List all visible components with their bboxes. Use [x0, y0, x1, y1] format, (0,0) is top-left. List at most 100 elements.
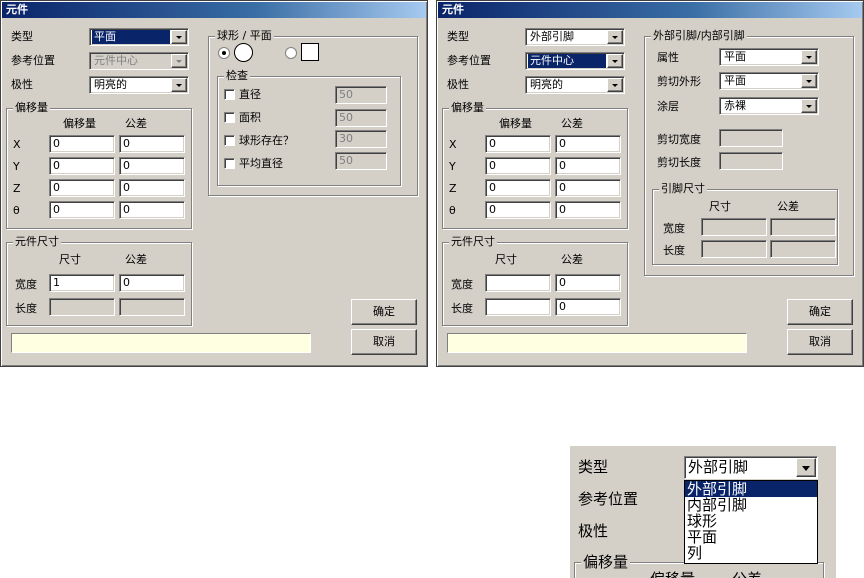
offset-legend: 偏移量: [13, 101, 50, 115]
cut-shape-select-value: 平面: [724, 74, 746, 87]
tolerance-y-input[interactable]: 0: [555, 157, 621, 175]
type-option[interactable]: 内部引脚: [685, 497, 817, 513]
ref-position-label: 参考位置: [578, 490, 639, 508]
cut-width-input: [719, 129, 783, 147]
polarity-select-value: 明亮的: [94, 78, 127, 91]
chevron-down-icon[interactable]: [171, 78, 187, 92]
type-dropdown-list[interactable]: 外部引脚 内部引脚 球形 平面 列: [684, 480, 818, 564]
lead-tolerance-col-header: 公差: [777, 200, 799, 213]
polarity-select-value: 明亮的: [530, 78, 563, 91]
cut-width-label: 剪切宽度: [657, 133, 701, 146]
length-label: 长度: [15, 302, 37, 315]
offset-col-header: 偏移量: [650, 570, 695, 578]
width-tolerance-input[interactable]: 0: [119, 274, 185, 292]
offset-legend: 偏移量: [581, 553, 631, 571]
offset-z-input[interactable]: 0: [49, 179, 115, 197]
diameter-checkbox[interactable]: [224, 89, 235, 100]
offset-x-input[interactable]: 0: [49, 135, 115, 153]
tolerance-z-input[interactable]: 0: [119, 179, 185, 197]
width-size-input[interactable]: [485, 274, 551, 292]
axis-z-label: Z: [449, 182, 457, 195]
chevron-down-icon[interactable]: [607, 78, 623, 92]
area-input: 50: [335, 109, 387, 127]
type-option[interactable]: 外部引脚: [685, 481, 817, 497]
axis-theta-label: θ: [449, 204, 456, 217]
cut-shape-select[interactable]: 平面: [719, 72, 819, 90]
ball-flat-legend: 球形 / 平面: [215, 29, 274, 43]
ok-button[interactable]: 确定: [787, 299, 853, 325]
type-select[interactable]: 平面: [89, 28, 189, 46]
axis-z-label: Z: [13, 182, 21, 195]
ref-position-select[interactable]: 元件中心: [525, 52, 625, 70]
type-select[interactable]: 外部引脚: [525, 28, 625, 46]
cancel-button[interactable]: 取消: [351, 329, 417, 355]
chevron-down-icon[interactable]: [607, 30, 623, 44]
tolerance-theta-input[interactable]: 0: [119, 201, 185, 219]
tolerance-theta-input[interactable]: 0: [555, 201, 621, 219]
square-shape-icon: [301, 43, 319, 61]
polarity-label: 极性: [11, 78, 33, 91]
tolerance-x-input[interactable]: 0: [119, 135, 185, 153]
axis-y-label: Y: [13, 160, 20, 173]
length-size-input[interactable]: [485, 298, 551, 316]
coating-label: 涂层: [657, 100, 679, 113]
offset-group: 偏移量: [574, 553, 824, 578]
chevron-down-icon[interactable]: [801, 99, 817, 113]
width-tolerance-input[interactable]: 0: [555, 274, 621, 292]
length-label: 长度: [451, 302, 473, 315]
diameter-input: 50: [335, 86, 387, 104]
chevron-down-icon[interactable]: [801, 74, 817, 88]
offset-z-input[interactable]: 0: [485, 179, 551, 197]
avg-diameter-label: 平均直径: [239, 157, 283, 170]
offset-y-input[interactable]: 0: [485, 157, 551, 175]
ok-button[interactable]: 确定: [351, 299, 417, 325]
attribute-select[interactable]: 平面: [719, 48, 819, 66]
area-checkbox[interactable]: [224, 112, 235, 123]
ball-radio[interactable]: [218, 47, 230, 59]
tolerance-col-header: 公差: [561, 117, 583, 130]
flat-radio[interactable]: [285, 47, 297, 59]
size-tolerance-col-header: 公差: [561, 253, 583, 266]
ref-position-label: 参考位置: [11, 54, 55, 67]
offset-legend: 偏移量: [449, 101, 486, 115]
lead-size-legend: 引脚尺寸: [659, 182, 707, 196]
lead-length-size-input: [701, 240, 767, 258]
polarity-select[interactable]: 明亮的: [89, 76, 189, 94]
chevron-down-icon[interactable]: [801, 50, 817, 64]
offset-y-input[interactable]: 0: [49, 157, 115, 175]
polarity-select[interactable]: 明亮的: [525, 76, 625, 94]
chevron-down-icon[interactable]: [171, 30, 187, 44]
dialog-title: 元件: [438, 2, 862, 18]
ball-exists-checkbox[interactable]: [224, 135, 235, 146]
cancel-button[interactable]: 取消: [787, 329, 853, 355]
width-size-input[interactable]: 1: [49, 274, 115, 292]
type-option[interactable]: 球形: [685, 513, 817, 529]
type-option[interactable]: 平面: [685, 529, 817, 545]
tolerance-y-input[interactable]: 0: [119, 157, 185, 175]
coating-select[interactable]: 赤裸: [719, 97, 819, 115]
dialog-title: 元件: [2, 2, 426, 18]
tolerance-col-header: 公差: [732, 570, 762, 578]
attribute-label: 属性: [657, 51, 679, 64]
lead-length-label: 长度: [663, 244, 685, 257]
cut-length-input: [719, 152, 783, 170]
offset-x-input[interactable]: 0: [485, 135, 551, 153]
type-select-value: 外部引脚: [688, 458, 749, 476]
ref-position-value: 元件中心: [528, 54, 606, 68]
length-tolerance-input[interactable]: 0: [555, 298, 621, 316]
type-select[interactable]: 外部引脚: [684, 456, 818, 479]
component-dialog-left: 元件 类型 平面 参考位置 元件中心 极性 明亮的 偏移量 偏移量 公差 X 0…: [0, 0, 428, 367]
offset-theta-input[interactable]: 0: [485, 201, 551, 219]
chevron-down-icon[interactable]: [796, 458, 816, 477]
chevron-down-icon[interactable]: [607, 54, 623, 68]
tolerance-z-input[interactable]: 0: [555, 179, 621, 197]
axis-y-label: Y: [449, 160, 456, 173]
avg-diameter-checkbox[interactable]: [224, 158, 235, 169]
ball-exists-input: 30: [335, 130, 387, 148]
attribute-select-value: 平面: [724, 50, 746, 63]
type-option[interactable]: 列: [685, 545, 817, 561]
tolerance-x-input[interactable]: 0: [555, 135, 621, 153]
check-legend: 检查: [224, 69, 250, 83]
size-tolerance-col-header: 公差: [125, 253, 147, 266]
offset-theta-input[interactable]: 0: [49, 201, 115, 219]
